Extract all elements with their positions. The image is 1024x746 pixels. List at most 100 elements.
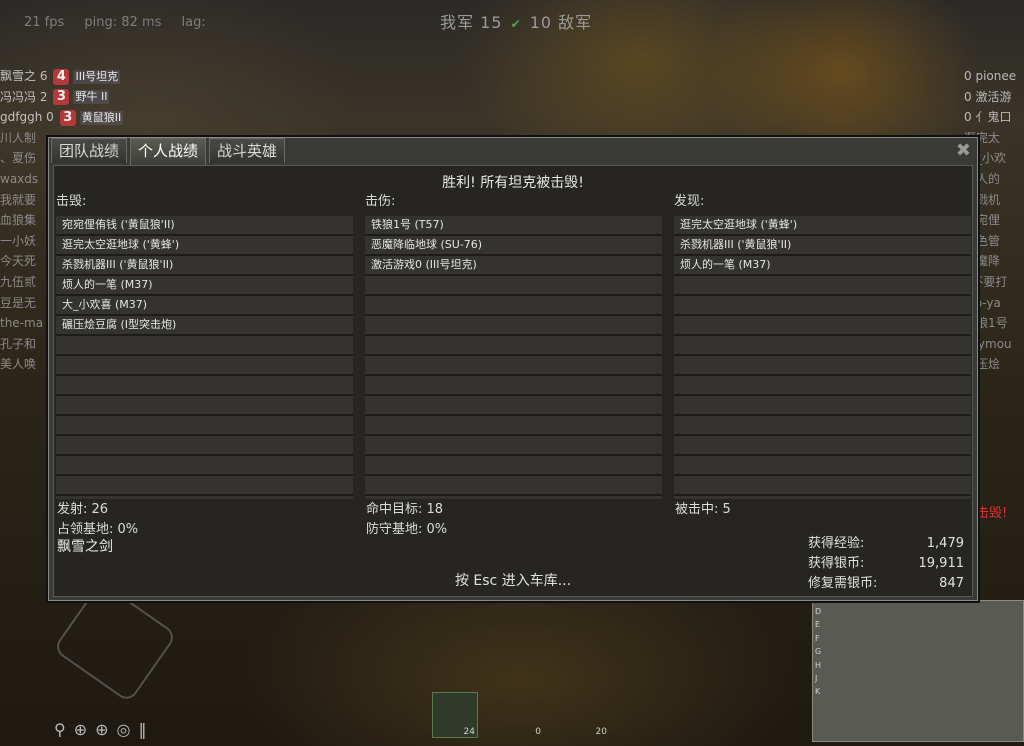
list-item: 大_小欢喜 (M37) [62, 298, 148, 311]
enemy-row[interactable]: 0 pionee [964, 66, 1024, 87]
ammo-bar: 24 0 20 [432, 692, 610, 738]
results-tabs: 团队战绩 个人战绩 战斗英雄 [51, 138, 288, 166]
minimap[interactable]: DEFGHJK [812, 600, 1024, 742]
result-headline: 胜利! 所有坦克被击毁! [442, 175, 584, 191]
results-panel: 胜利! 所有坦克被击毁! 击毁: 宛宛俚侑钱 ('黄鼠狼'II) 逛完太空逛地球 … [53, 165, 973, 597]
minimap-row-label: F [815, 633, 820, 643]
battle-results-dialog: 团队战绩 个人战绩 战斗英雄 ✖ 胜利! 所有坦克被击毁! 击毁: 宛宛俚侑钱 ('… [48, 137, 978, 601]
spotted-title: 发现: [674, 194, 705, 209]
ally-score: 15 [480, 13, 503, 32]
tier-badge: 3 [53, 89, 70, 106]
player-name: 冯冯冯 2 [0, 89, 48, 104]
enemy-row[interactable]: 0 亻鬼口 [964, 107, 1024, 128]
player-name: waxds [0, 171, 39, 186]
ammo-count: 24 [463, 727, 475, 737]
headphones-icon: ◎ [116, 720, 139, 739]
tier-badge: 3 [59, 109, 76, 126]
ammo-slot[interactable]: 24 [432, 692, 478, 738]
minimap-row-label: J [815, 674, 818, 684]
enemy-row[interactable]: 0 激活游 [964, 87, 1024, 108]
list-item: 碾压烩豆腐 (I型突击炮) [62, 318, 177, 331]
player-name: 0 pionee [964, 69, 1017, 83]
player-name: 我就要 [0, 192, 37, 207]
ammo-count: 0 [535, 727, 541, 737]
score-separator: ✔ [510, 17, 522, 31]
fps-readout: 21 fps [24, 15, 65, 30]
destroyed-list: 宛宛俚侑钱 ('黄鼠狼'II) 逛完太空逛地球 ('黄蜂') 杀戮机器III ('黄… [56, 216, 353, 499]
vehicle-name: 野牛 II [73, 90, 110, 105]
ping-readout: ping: 82 ms [84, 15, 162, 30]
esc-hint: 按 Esc 进入车库... [454, 573, 572, 589]
player-name: 飘雪之剑 [57, 539, 113, 555]
bottom-hud-icons: ⚲⊕⊕◎‖ [54, 720, 155, 739]
player-name: 血狼集 [0, 213, 37, 228]
lag-readout: lag: [181, 15, 206, 30]
list-item: 杀戮机器III ('黄鼠狼'II) [62, 258, 174, 271]
ammo-slot[interactable]: 0 [498, 692, 544, 738]
player-name: 今天死 [0, 254, 37, 269]
player-name: the-ma [0, 316, 44, 331]
target-icon: ⊕ [95, 720, 117, 739]
enemy-score: 10 [529, 13, 553, 32]
reward-row: 获得经验: 1,479 [808, 534, 964, 554]
player-name: 孔子和 [0, 336, 37, 351]
kill-message: 击毁! [976, 506, 1008, 521]
player-name: 、夏伤 [0, 151, 37, 166]
performance-readout: 21 fps ping: 82 ms lag: [24, 15, 222, 30]
damaged-list: 铁狼1号 (T57) 恶魔降临地球 (SU-76) 激活游戏0 (III号坦克) [365, 216, 662, 499]
player-name: gdfggh 0 [0, 110, 54, 125]
spotted-list: 逛完太空逛地球 ('黄蜂') 杀戮机器III ('黄鼠狼'II) 烦人的一笔 (M3… [674, 216, 971, 499]
player-name: 豆是无 [0, 295, 37, 310]
received-stat: 被击中: 5 [675, 502, 731, 517]
destroyed-column: 击毁: 宛宛俚侑钱 ('黄鼠狼'II) 逛完太空逛地球 ('黄蜂') 杀戮机器III… [56, 194, 353, 499]
player-name: 0 亻鬼口 [964, 110, 1012, 125]
ammo-slot[interactable]: 20 [564, 692, 610, 738]
reward-value: 1,479 [926, 536, 964, 551]
player-name: 美人唤 [0, 357, 37, 372]
minimap-row-label: D [815, 607, 822, 616]
list-item: 逛完太空逛地球 ('黄蜂') [62, 238, 180, 251]
vehicle-name: 黄鼠狼II [79, 110, 124, 125]
player-name: 一小妖 [0, 233, 37, 248]
damaged-title: 击伤: [365, 194, 396, 209]
player-name: 九伍贰 [0, 274, 37, 289]
minimap-row-label: G [815, 647, 822, 657]
top-hud: 21 fps ping: 82 ms lag: 我军 15 ✔ 10 敌军 [0, 4, 1024, 32]
tab-personal[interactable]: 个人战绩 [130, 138, 207, 166]
ally-label: 我军 [440, 13, 475, 32]
damaged-column: 击伤: 铁狼1号 (T57) 恶魔降临地球 (SU-76) 激活游戏0 (III号坦… [365, 194, 662, 499]
list-item: 烦人的一笔 (M37) [62, 278, 153, 291]
enemy-label: 敌军 [558, 13, 593, 32]
list-item: 铁狼1号 (T57) [371, 218, 444, 231]
list-item: 宛宛俚侑钱 ('黄鼠狼'II) [62, 218, 175, 231]
list-item: 杀戮机器III ('黄鼠狼'II) [680, 238, 792, 251]
hits-stat: 命中目标: 18 [366, 502, 444, 517]
binoculars-icon: ⚲ [54, 720, 74, 739]
crosshair-icon: ⊕ [73, 720, 96, 739]
player-name: 川人制 [0, 130, 37, 145]
tier-badge: 4 [53, 68, 70, 85]
destroyed-title: 击毁: [56, 194, 87, 209]
list-item: 烦人的一笔 (M37) [680, 258, 771, 271]
ally-row[interactable]: 冯冯冯 2 3 野牛 II [0, 87, 150, 108]
defense-stat: 防守基地: 0% [366, 522, 448, 537]
spotted-column: 发现: 逛完太空逛地球 ('黄蜂') 杀戮机器III ('黄鼠狼'II) 烦人的一笔… [674, 194, 971, 499]
minimap-row-label: K [815, 687, 821, 697]
bars-icon: ‖ [138, 720, 155, 739]
shots-stat: 发射: 26 [57, 502, 109, 517]
tab-team[interactable]: 团队战绩 [51, 138, 128, 163]
minimap-row-labels: DEFGHJK [815, 605, 821, 699]
minimap-row-label: H [815, 660, 822, 670]
ally-row[interactable]: gdfggh 0 3 黄鼠狼II [0, 107, 150, 128]
reward-label: 获得经验: [808, 536, 865, 551]
tab-heroes[interactable]: 战斗英雄 [209, 138, 286, 163]
capture-stat: 占领基地: 0% [57, 522, 139, 537]
list-item: 逛完太空逛地球 ('黄蜂') [680, 218, 798, 231]
list-item: 恶魔降临地球 (SU-76) [371, 238, 483, 251]
close-icon[interactable]: ✖ [956, 142, 971, 160]
ally-row[interactable]: 飘雪之 6 4 III号坦克 [0, 66, 150, 87]
ammo-count: 20 [595, 727, 607, 737]
player-name: 0 激活游 [964, 89, 1012, 104]
vehicle-name: III号坦克 [73, 69, 121, 84]
list-item: 激活游戏0 (III号坦克) [371, 258, 477, 271]
